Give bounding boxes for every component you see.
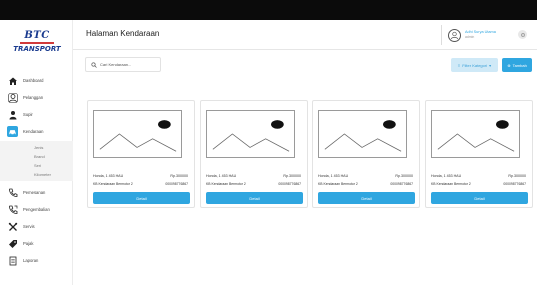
search-input[interactable] (100, 62, 160, 67)
top-black-bar (0, 0, 537, 20)
sidebar-item-label: Kendaraan (23, 129, 44, 134)
vehicle-price: Rp.300000 (395, 174, 413, 178)
filter-category-button[interactable]: ≡ Filter Kategori ▾ (451, 58, 498, 72)
vehicle-name: Honda, 1 453 HAU (93, 174, 124, 178)
sidebar-item-laporan[interactable]: Laporan (0, 252, 73, 269)
logo-divider (20, 42, 54, 44)
add-vehicle-button[interactable]: ⊕ Tambah (502, 58, 532, 72)
sidebar-item-label: Pengembalian (23, 207, 50, 212)
page-header: Halaman Kendaraan Adhi Surya Utama admin (73, 20, 537, 50)
sidebar: BTC TRANSPORT Dashboard Pelanggan Supir … (0, 20, 73, 285)
detail-button[interactable]: Detail (318, 192, 415, 204)
submenu-item-kilometer[interactable]: Kilometer (0, 170, 73, 179)
sidebar-item-kendaraan[interactable]: Kendaraan (0, 123, 73, 140)
driver-icon (7, 109, 18, 120)
customer-icon (7, 92, 18, 103)
return-icon (7, 204, 18, 215)
sidebar-item-label: Supir (23, 112, 33, 117)
vehicle-card: Honda, 1 453 HAU Rp.300000 KB Kendaraan … (87, 100, 195, 208)
logo: BTC TRANSPORT (12, 30, 62, 56)
vehicle-image-placeholder (93, 110, 182, 158)
sidebar-item-label: Laporan (23, 258, 39, 263)
vehicle-name: Honda, 1 453 HAU (431, 174, 462, 178)
filter-icon: ≡ (457, 62, 461, 68)
vehicle-name: Honda, 1 453 HAU (318, 174, 349, 178)
vehicle-card: Honda, 1 453 HAU Rp.300000 KB Kendaraan … (425, 100, 533, 208)
sidebar-item-pajak[interactable]: Pajak (0, 235, 73, 252)
wrench-icon (7, 221, 18, 232)
vehicle-price: Rp.300000 (170, 174, 188, 178)
logo-subtext: TRANSPORT (13, 45, 61, 53)
detail-button[interactable]: Detail (431, 192, 528, 204)
sidebar-item-supir[interactable]: Supir (0, 106, 73, 123)
user-info: Adhi Surya Utama admin (465, 30, 496, 40)
vehicle-image-placeholder (206, 110, 295, 158)
vehicle-type: KB Kendaraan Bermotor 2 (318, 182, 358, 186)
vehicle-image-placeholder (318, 110, 407, 158)
vehicle-code: 000098776867 (503, 182, 526, 186)
avatar (448, 28, 461, 42)
tag-icon (7, 238, 18, 249)
user-profile[interactable]: Adhi Surya Utama admin (441, 25, 529, 45)
vehicle-card: Honda, 1 453 HAU Rp.300000 KB Kendaraan … (200, 100, 308, 208)
vehicle-image-placeholder (431, 110, 520, 158)
vehicle-name: Honda, 1 453 HAU (206, 174, 237, 178)
vehicle-card-grid: Honda, 1 453 HAU Rp.300000 KB Kendaraan … (87, 100, 533, 210)
sidebar-item-pemesanan[interactable]: Pemesanan (0, 184, 73, 201)
chevron-down-icon: ▾ (489, 62, 492, 68)
sidebar-item-label: Servis (23, 224, 35, 229)
phone-icon (7, 187, 18, 198)
sidebar-item-dashboard[interactable]: Dashboard (0, 72, 73, 89)
vehicle-price: Rp.300000 (508, 174, 526, 178)
vehicle-type: KB Kendaraan Bermotor 2 (431, 182, 471, 186)
vehicle-icon (7, 126, 18, 137)
sidebar-item-servis[interactable]: Servis (0, 218, 73, 235)
submenu-item-brand[interactable]: Brand (0, 152, 73, 161)
vehicle-code: 000098776867 (165, 182, 188, 186)
page-title: Halaman Kendaraan (86, 29, 160, 38)
sidebar-item-label: Dashboard (23, 78, 44, 83)
search-icon (91, 61, 97, 68)
sidebar-item-label: Pelanggan (23, 95, 44, 100)
search-box[interactable] (85, 57, 161, 72)
report-icon (7, 255, 18, 266)
vehicle-price: Rp.300000 (283, 174, 301, 178)
detail-button[interactable]: Detail (93, 192, 190, 204)
app: BTC TRANSPORT Dashboard Pelanggan Supir … (0, 20, 537, 285)
gear-icon (520, 32, 525, 37)
logo-text: BTC (24, 30, 50, 41)
detail-button[interactable]: Detail (206, 192, 303, 204)
vehicle-code: 000098776867 (390, 182, 413, 186)
submenu-item-seri[interactable]: Seri (0, 161, 73, 170)
sidebar-item-pelanggan[interactable]: Pelanggan (0, 89, 73, 106)
user-role: admin (465, 35, 475, 39)
filter-label: Filter Kategori (462, 62, 488, 68)
vehicle-type: KB Kendaraan Bermotor 2 (93, 182, 133, 186)
vehicle-type: KB Kendaraan Bermotor 2 (206, 182, 246, 186)
sidebar-item-label: Pemesanan (23, 190, 46, 195)
sidebar-nav: Dashboard Pelanggan Supir Kendaraan Jeni… (0, 72, 73, 269)
settings-button[interactable] (518, 30, 527, 39)
vehicle-card: Honda, 1 453 HAU Rp.300000 KB Kendaraan … (312, 100, 420, 208)
vehicle-submenu: Jenis Brand Seri Kilometer (0, 141, 73, 181)
home-icon (7, 75, 18, 86)
sidebar-item-pengembalian[interactable]: Pengembalian (0, 201, 73, 218)
plus-icon: ⊕ (507, 62, 511, 68)
vehicle-code: 000098776867 (278, 182, 301, 186)
add-label: Tambah (512, 62, 527, 68)
sidebar-item-label: Pajak (23, 241, 34, 246)
submenu-item-jenis[interactable]: Jenis (0, 143, 73, 152)
